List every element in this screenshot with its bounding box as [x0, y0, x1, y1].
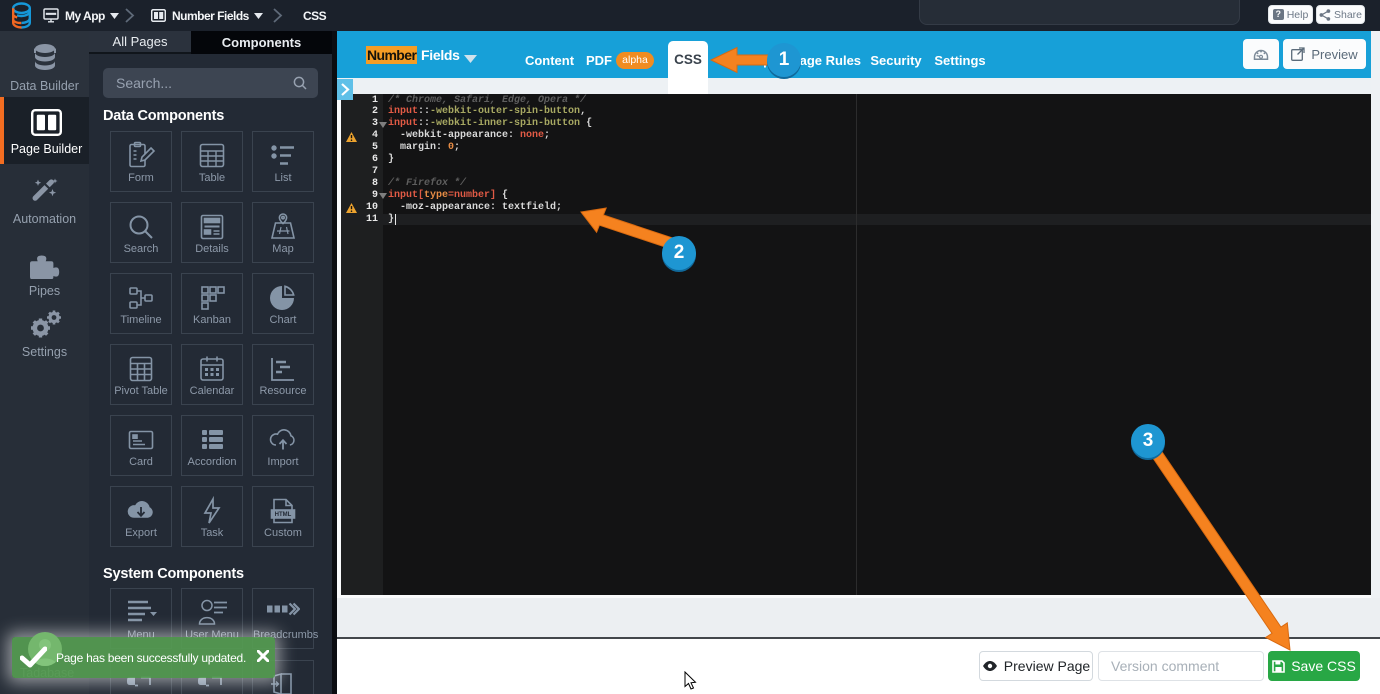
svg-text:HTML: HTML — [275, 512, 292, 518]
